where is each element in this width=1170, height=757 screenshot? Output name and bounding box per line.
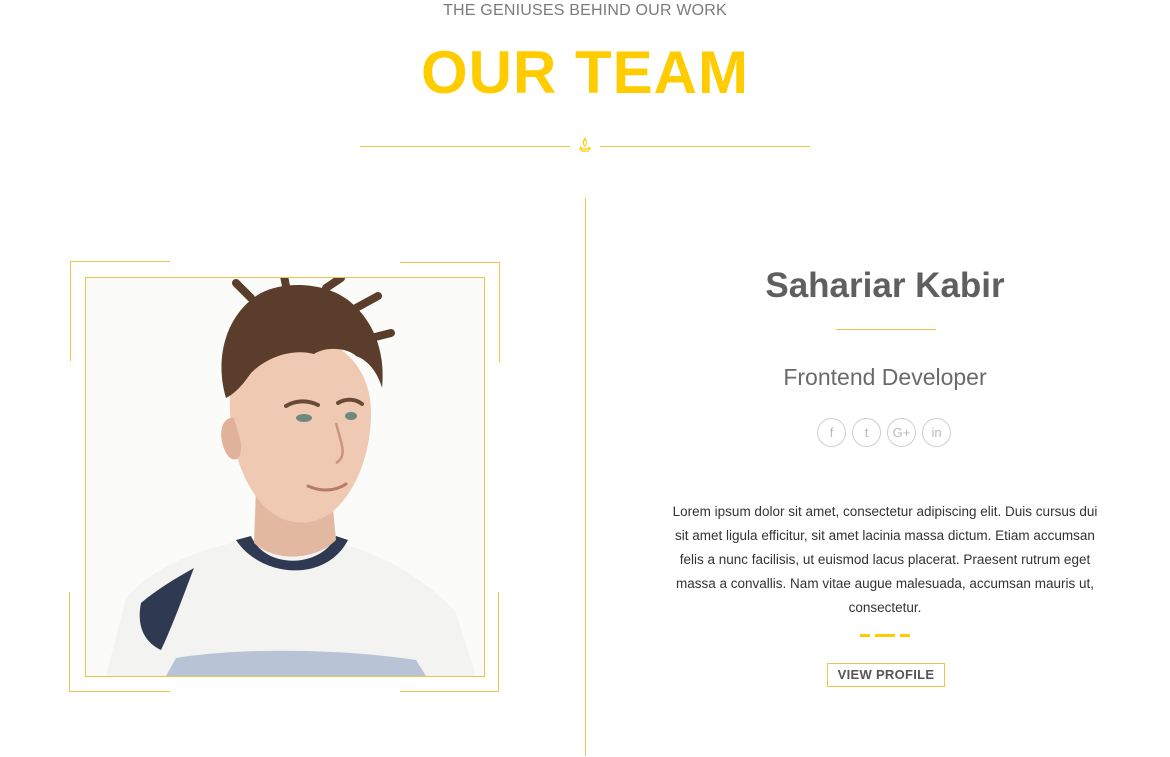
twitter-icon[interactable]: t bbox=[852, 418, 881, 447]
member-photo bbox=[85, 277, 485, 677]
frame-corner-bottom-right-v bbox=[498, 592, 499, 692]
frame-corner-top-right-v bbox=[499, 262, 500, 362]
member-name: Sahariar Kabir bbox=[765, 266, 1005, 305]
member-bio: Lorem ipsum dolor sit amet, consectetur … bbox=[672, 504, 1098, 615]
google-plus-icon[interactable]: G+ bbox=[887, 418, 916, 447]
member-role: Frontend Developer bbox=[783, 364, 987, 390]
name-underline bbox=[836, 329, 936, 330]
accent-dash-center bbox=[875, 634, 895, 637]
frame-corner-top-left-v bbox=[70, 261, 71, 361]
frame-corner-bottom-right-h bbox=[400, 691, 499, 692]
heading-divider-right bbox=[600, 146, 810, 147]
frame-corner-top-right-h bbox=[400, 262, 500, 263]
view-profile-button[interactable]: VIEW PROFILE bbox=[827, 663, 945, 687]
section-heading: OUR TEAM bbox=[421, 39, 749, 106]
section-subheading: THE GENIUSES BEHIND OUR WORK bbox=[443, 2, 727, 19]
frame-corner-top-left-h bbox=[70, 261, 170, 262]
accent-dash-right bbox=[900, 634, 910, 637]
frame-corner-bottom-left-v bbox=[69, 592, 70, 692]
column-separator bbox=[585, 198, 586, 756]
social-links: f t G+ in bbox=[817, 418, 957, 450]
heading-divider-left bbox=[360, 146, 570, 147]
flame-icon bbox=[573, 134, 597, 158]
frame-corner-bottom-left-h bbox=[69, 691, 170, 692]
linkedin-icon[interactable]: in bbox=[922, 418, 951, 447]
facebook-icon[interactable]: f bbox=[817, 418, 846, 447]
accent-dash-left bbox=[860, 634, 870, 637]
